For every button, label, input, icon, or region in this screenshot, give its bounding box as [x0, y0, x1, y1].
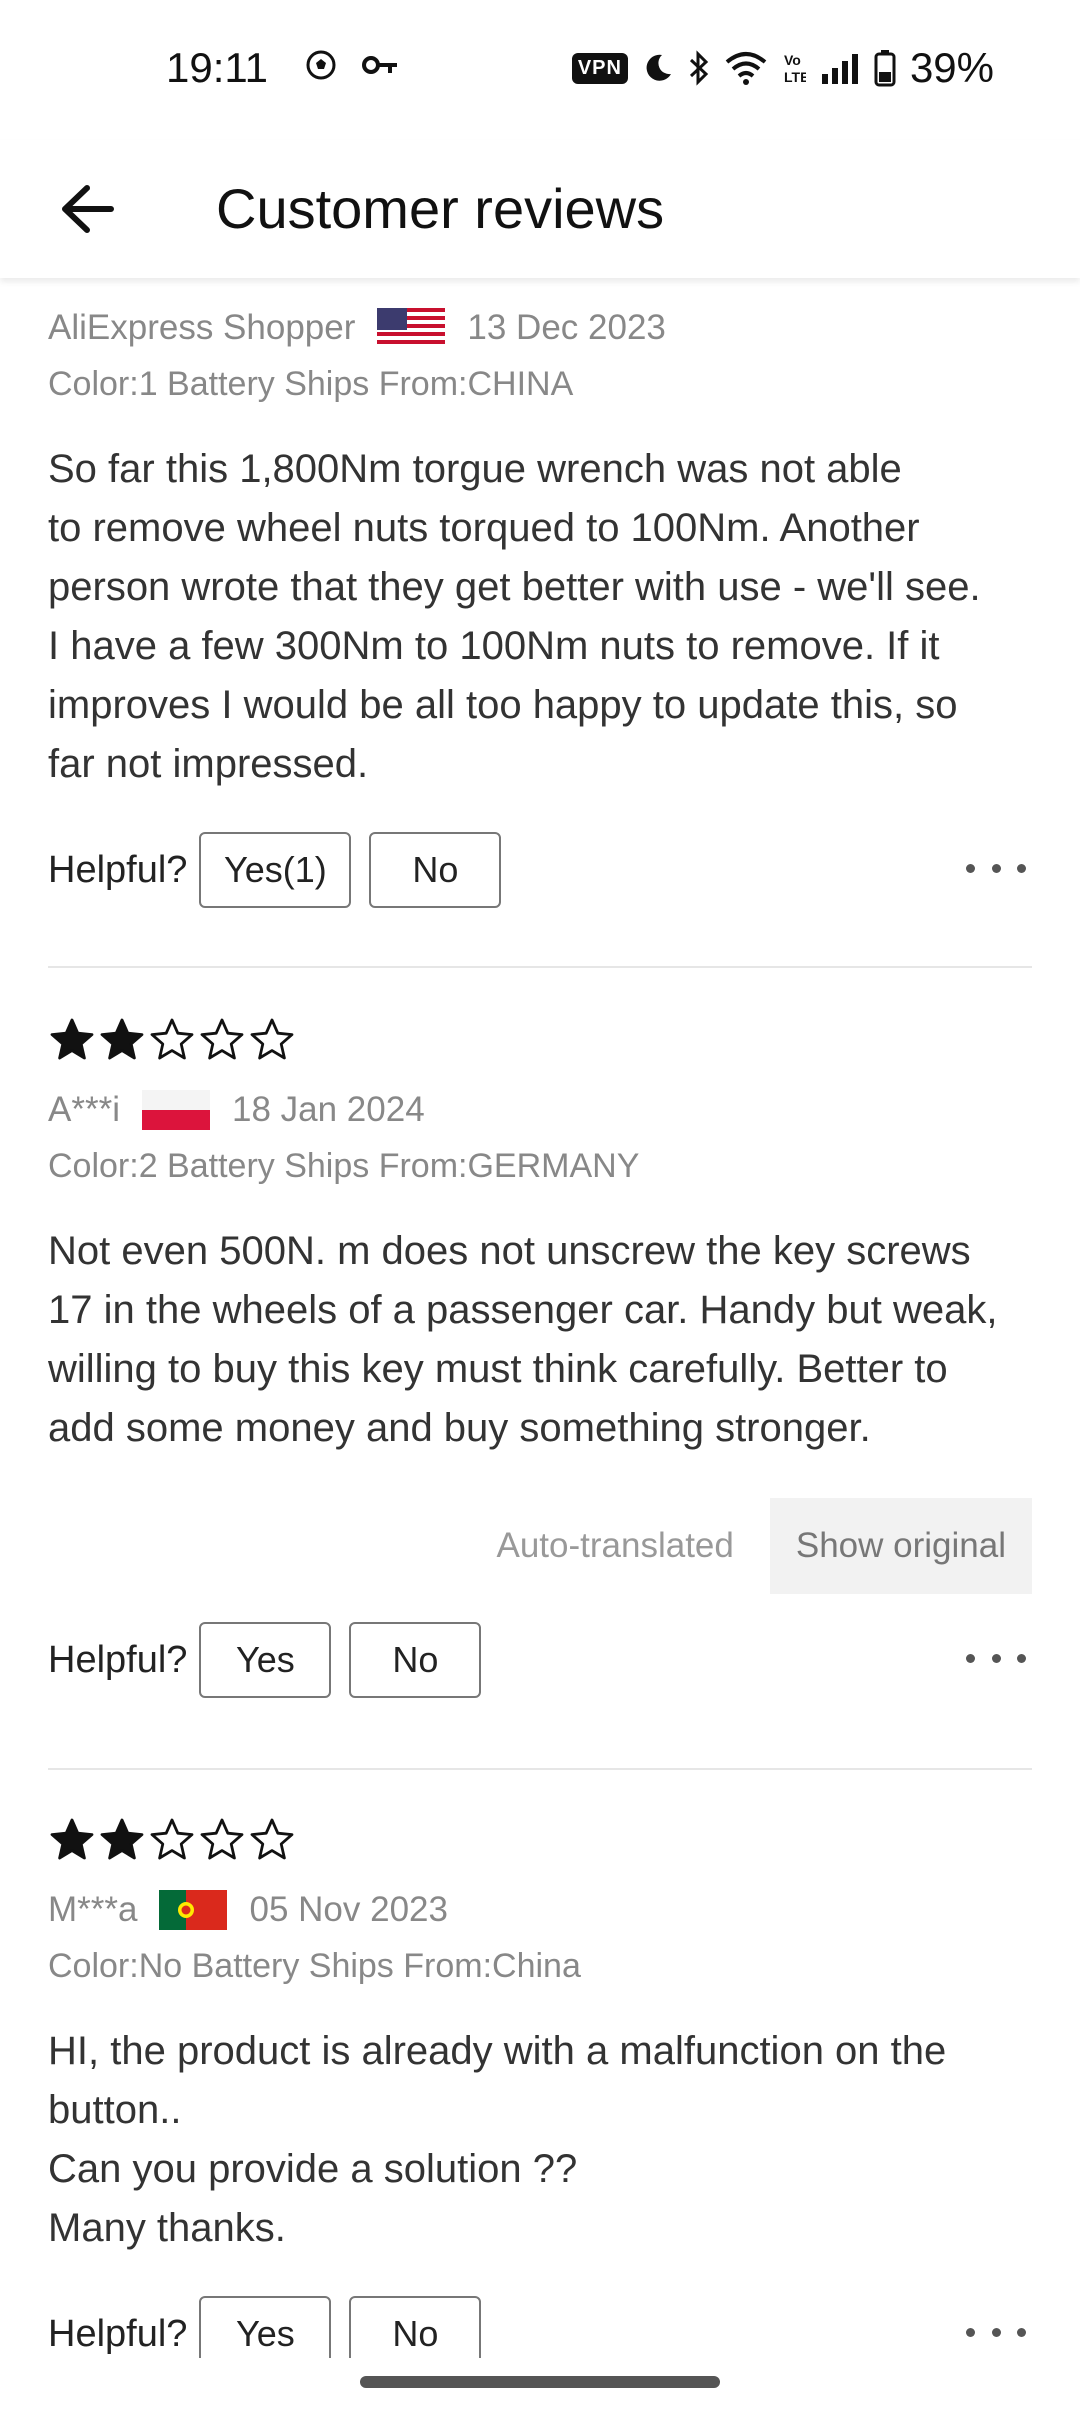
home-indicator[interactable] [360, 2376, 720, 2388]
battery-percent: 39% [909, 44, 994, 91]
status-right-icons: VPN Vo LTE 39% [571, 44, 994, 92]
flag-usa-icon [377, 308, 446, 348]
signal-icon [821, 54, 858, 84]
more-options-icon[interactable] [966, 2312, 1026, 2352]
review-meta: AliExpress Shopper 13 Dec 2023 [48, 298, 1032, 358]
helpful-row: Helpful? Yes No [48, 1620, 1032, 1700]
more-options-icon[interactable] [966, 848, 1026, 888]
review-item: M***a 05 Nov 2023 Color:No Battery Ships… [48, 1810, 1032, 2358]
status-time: 19:11 [166, 44, 268, 91]
review-author: AliExpress Shopper [48, 308, 356, 347]
star-empty-icon [150, 1018, 194, 1060]
review-text: So far this 1,800Nm torgue wrench was no… [48, 447, 981, 786]
helpful-yes-button[interactable]: Yes(1) [199, 832, 352, 908]
volte-icon: VoLTE [784, 52, 806, 85]
helpful-no-button[interactable]: No [369, 832, 502, 908]
review-specs: Color:1 Battery Ships From:CHINA [48, 365, 574, 403]
review-text: HI, the product is already with a malfun… [48, 2029, 947, 2250]
star-rating [48, 1010, 1032, 1070]
svg-text:Vo: Vo [784, 52, 801, 68]
review-item: AliExpress Shopper 13 Dec 2023 Color:1 B… [48, 298, 1032, 910]
status-bar: 19:11 VPN Vo LTE 39% [0, 0, 1080, 140]
review-date: 18 Jan 2024 [231, 1090, 425, 1129]
review-text: Not even 500N. m does not unscrew the ke… [48, 1229, 998, 1450]
star-filled-icon [50, 1018, 94, 1060]
review-author: M***a [48, 1890, 138, 1929]
arrow-left-icon [62, 185, 114, 233]
translate-row: Auto-translated Show original [496, 1498, 1032, 1594]
star-filled-icon [100, 1818, 144, 1860]
wifi-icon [725, 52, 767, 85]
review-specs: Color:No Battery Ships From:China [48, 1947, 581, 1985]
star-filled-icon [50, 1818, 94, 1860]
star-empty-icon [200, 1818, 244, 1860]
helpful-row: Helpful? Yes(1) No [48, 830, 1032, 910]
review-meta: M***a 05 Nov 2023 [48, 1880, 1032, 1940]
star-rating [48, 1810, 1032, 1870]
review-meta: A***i 18 Jan 2024 [48, 1080, 1032, 1140]
reviews-list[interactable]: AliExpress Shopper 13 Dec 2023 Color:1 B… [0, 278, 1080, 2358]
bluetooth-icon [689, 50, 709, 86]
flag-poland-icon [141, 1090, 210, 1130]
moon-icon [646, 54, 671, 81]
star-empty-icon [150, 1818, 194, 1860]
helpful-label: Helpful? [48, 2312, 188, 2355]
svg-text:LTE: LTE [784, 69, 806, 85]
soccer-ball-icon [306, 50, 336, 80]
helpful-yes-button[interactable]: Yes [199, 2296, 332, 2358]
star-filled-icon [100, 1018, 144, 1060]
battery-icon [874, 50, 896, 87]
flag-portugal-icon [159, 1890, 228, 1930]
helpful-yes-button[interactable]: Yes [199, 1622, 332, 1698]
review-date: 13 Dec 2023 [467, 308, 666, 347]
translate-area: Auto-translated Show original [48, 1458, 1032, 1620]
review-specs: Color:2 Battery Ships From:GERMANY [48, 1147, 640, 1185]
review-author: A***i [48, 1090, 120, 1129]
helpful-row: Helpful? Yes No [48, 2294, 1032, 2358]
app-bar: Customer reviews [0, 140, 1080, 278]
page-title: Customer reviews [216, 177, 665, 240]
helpful-no-button[interactable]: No [349, 2296, 482, 2358]
review-item: A***i 18 Jan 2024 Color:2 Battery Ships … [48, 1010, 1032, 1700]
more-options-icon[interactable] [966, 1638, 1026, 1678]
star-empty-icon [250, 1018, 294, 1060]
back-button[interactable] [52, 174, 122, 244]
review-divider [48, 1768, 1032, 1770]
vpn-icon: VPN [571, 52, 628, 84]
helpful-label: Helpful? [48, 1638, 188, 1681]
review-divider [48, 966, 1032, 968]
star-empty-icon [200, 1018, 244, 1060]
helpful-label: Helpful? [48, 848, 188, 891]
show-original-button[interactable]: Show original [769, 1498, 1032, 1594]
status-left-icons [306, 50, 398, 80]
review-date: 05 Nov 2023 [249, 1890, 448, 1929]
star-empty-icon [250, 1818, 294, 1860]
auto-translated-label: Auto-translated [496, 1526, 734, 1565]
helpful-no-button[interactable]: No [349, 1622, 482, 1698]
key-icon [362, 56, 397, 74]
